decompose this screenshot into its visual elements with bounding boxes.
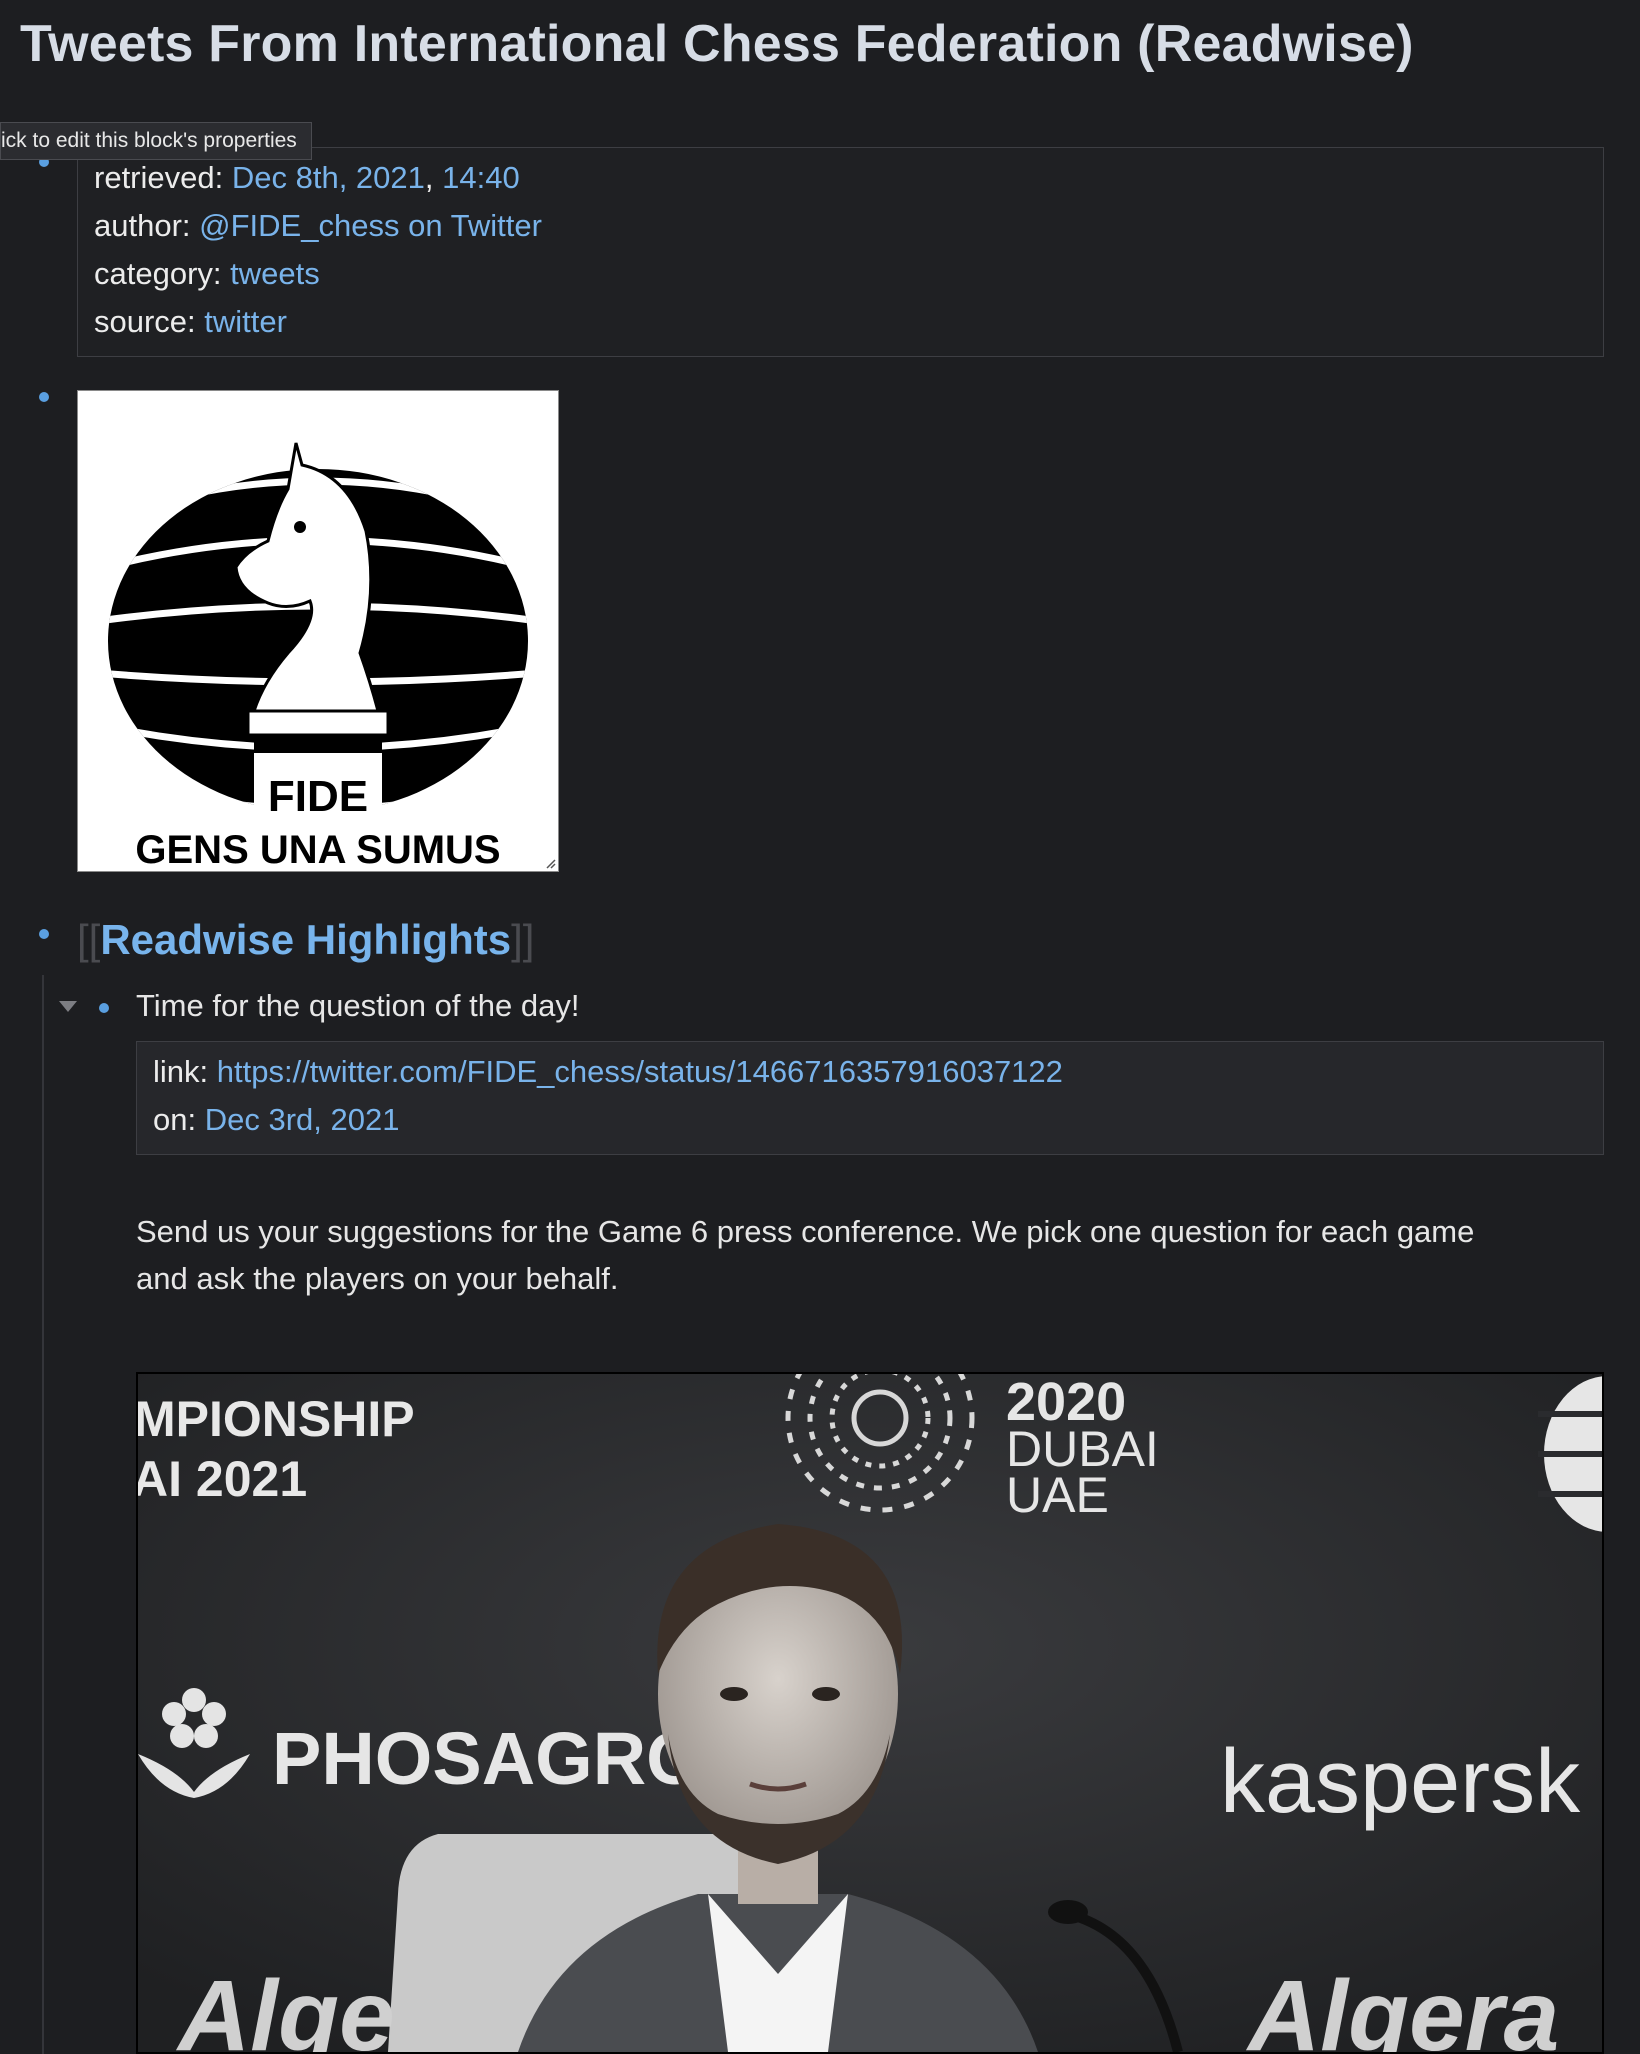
property-key-retrieved: retrieved (94, 160, 215, 195)
retrieved-date-link[interactable]: Dec 8th, 2021 (232, 160, 425, 195)
property-source: source: twitter (94, 304, 287, 339)
open-brackets: [[ (77, 916, 101, 963)
highlight-body-line-2[interactable]: and ask the players on your behalf. (136, 1261, 619, 1297)
close-brackets: ]] (511, 916, 535, 963)
readwise-highlights-heading: [[Readwise Highlights]] (77, 916, 534, 964)
readwise-highlights-link[interactable]: Readwise Highlights (100, 916, 511, 963)
edit-properties-tooltip: ick to edit this block's properties (0, 122, 312, 160)
banner-text-year: AI 2021 (138, 1451, 307, 1507)
expo-text-country: UAE (1006, 1467, 1109, 1523)
sponsor-text-kaspersky: kaspersk (1220, 1732, 1581, 1832)
logo-text-motto: GENS UNA SUMUS (135, 828, 500, 871)
property-key-source: source (94, 304, 188, 339)
property-author: author: @FIDE_chess on Twitter (94, 208, 542, 243)
page-title[interactable]: Tweets From International Chess Federati… (20, 14, 1414, 74)
press-conference-photo[interactable]: MPIONSHIP AI 2021 2020 DUBAI UAE PHOSAGR… (136, 1372, 1604, 2054)
fide-knight-logo-icon: FIDE GENS UNA SUMUS (108, 442, 528, 872)
highlight-body-line-1[interactable]: Send us your suggestions for the Game 6 … (136, 1214, 1474, 1250)
highlight-date-link[interactable]: Dec 3rd, 2021 (205, 1102, 400, 1137)
highlights-block-bullet[interactable] (39, 929, 49, 939)
property-retrieved: retrieved: Dec 8th, 2021, 14:40 (94, 160, 520, 195)
logo-block-bullet[interactable] (39, 392, 49, 402)
logo-text-fide: FIDE (268, 772, 368, 821)
sponsor-text-bottom-left: Alge (175, 1960, 395, 2052)
banner-text-championship: MPIONSHIP (138, 1391, 415, 1447)
fide-logo-image[interactable]: FIDE GENS UNA SUMUS (77, 390, 559, 872)
property-key-category: category (94, 256, 213, 291)
property-key-link: link (153, 1054, 200, 1089)
retrieved-time-link[interactable]: 14:40 (442, 160, 520, 195)
highlight-properties-block[interactable]: link: https://twitter.com/FIDE_chess/sta… (136, 1041, 1604, 1155)
highlight-title[interactable]: Time for the question of the day! (136, 988, 579, 1024)
author-link[interactable]: @FIDE_chess on Twitter (199, 208, 542, 243)
property-category: category: tweets (94, 256, 320, 291)
sponsor-text-bottom-right: Algera (1245, 1960, 1559, 2052)
property-link: link: https://twitter.com/FIDE_chess/sta… (153, 1054, 1063, 1089)
properties-block[interactable]: retrieved: Dec 8th, 2021, 14:40 author: … (77, 147, 1604, 357)
property-key-on: on (153, 1102, 188, 1137)
collapse-caret-icon[interactable] (59, 1001, 77, 1012)
property-key-author: author (94, 208, 182, 243)
block-children-guide (42, 975, 44, 2054)
resize-handle-icon[interactable] (544, 857, 556, 869)
property-on: on: Dec 3rd, 2021 (153, 1102, 400, 1137)
highlight-item-bullet[interactable] (99, 1003, 109, 1013)
source-link[interactable]: twitter (204, 304, 287, 339)
tweet-url-link[interactable]: https://twitter.com/FIDE_chess/status/14… (217, 1054, 1063, 1089)
press-conference-illustration: MPIONSHIP AI 2021 2020 DUBAI UAE PHOSAGR… (138, 1374, 1602, 2052)
sponsor-text-phosagro: PHOSAGRO (272, 1717, 704, 1800)
category-link[interactable]: tweets (230, 256, 320, 291)
